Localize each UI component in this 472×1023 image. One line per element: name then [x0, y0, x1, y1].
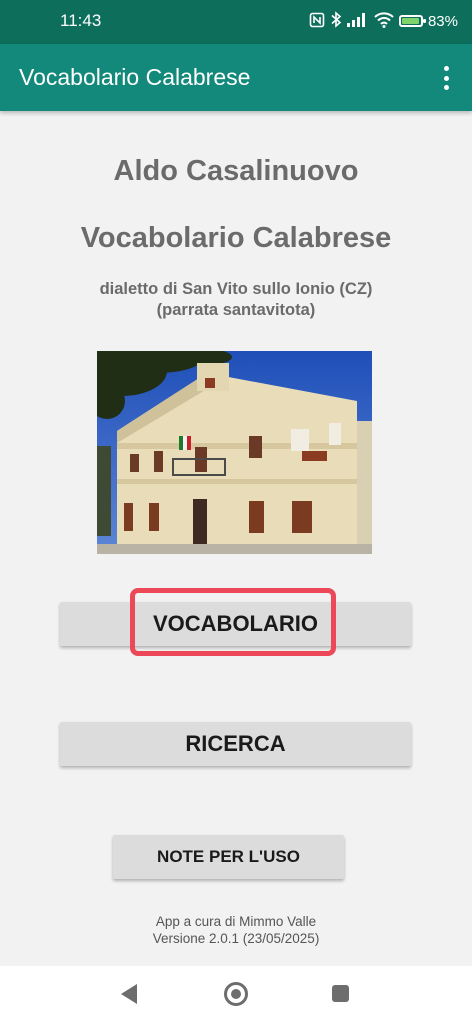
app-bar: Vocabolario Calabrese	[0, 44, 472, 111]
recents-icon[interactable]	[332, 985, 349, 1002]
home-icon[interactable]	[224, 982, 248, 1006]
battery-icon	[398, 15, 426, 27]
dialect-subtitle: dialetto di San Vito sullo Ionio (CZ) (p…	[0, 279, 472, 321]
dialect-line-1: dialetto di San Vito sullo Ionio (CZ)	[99, 280, 373, 298]
overflow-menu-icon[interactable]	[434, 63, 458, 93]
status-time: 11:43	[60, 11, 102, 30]
town-hall-photo	[97, 351, 372, 554]
status-icons: 83%	[309, 11, 458, 31]
nfc-icon	[309, 12, 325, 31]
dialect-line-2: (parrata santavitota)	[156, 301, 316, 319]
ricerca-button[interactable]: RICERCA	[60, 722, 411, 766]
credits-author: App a cura di Mimmo Valle	[155, 914, 317, 929]
battery-percentage: 83%	[427, 12, 458, 30]
back-icon[interactable]	[121, 984, 137, 1004]
author-name: Aldo Casalinuovo	[113, 155, 359, 187]
navigation-bar	[0, 966, 472, 1023]
battery-fill	[401, 18, 419, 24]
version-info: Versione 2.0.1 (23/05/2025)	[152, 931, 320, 946]
credits: App a cura di Mimmo Valle Versione 2.0.1…	[0, 913, 472, 947]
app-bar-title: Vocabolario Calabrese	[19, 64, 251, 90]
wifi-icon	[374, 11, 394, 31]
status-bar: 11:43 83%	[0, 0, 472, 44]
vocabolario-button[interactable]: VOCABOLARIO	[60, 602, 411, 646]
page-title: Vocabolario Calabrese	[80, 222, 392, 254]
bluetooth-icon	[330, 11, 342, 31]
note-per-uso-button[interactable]: NOTE PER L'USO	[113, 835, 344, 879]
signal-icon	[346, 12, 369, 30]
